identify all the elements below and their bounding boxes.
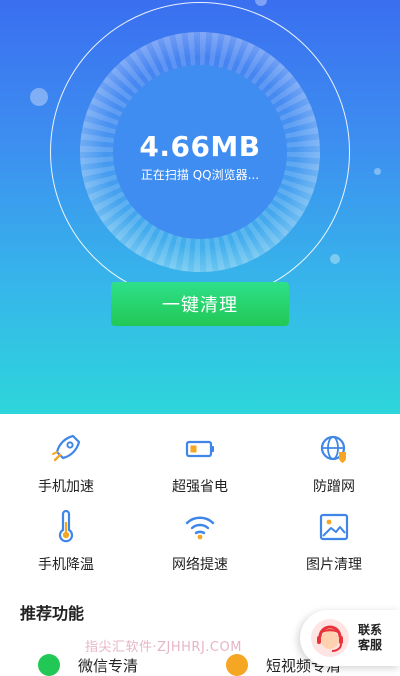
feature-label: 超强省电 xyxy=(172,479,228,495)
support-agent-icon xyxy=(310,618,350,658)
features-panel: 手机加速 超强省电 防蹭网 手机降温 网络提速 图片清理 推荐功能 指尖汇软件·… xyxy=(0,414,400,676)
image-icon xyxy=(317,510,351,544)
service-label-line1: 联系 xyxy=(358,623,383,637)
feature-power-saving[interactable]: 超强省电 xyxy=(140,432,260,496)
hero-section: 4.66MB 正在扫描 QQ浏览器... 一键清理 xyxy=(0,0,400,414)
decor-bubble xyxy=(330,254,340,264)
one-click-clean-button[interactable]: 一键清理 xyxy=(111,282,289,326)
feature-phone-boost[interactable]: 手机加速 xyxy=(6,432,126,496)
service-label-line2: 客服 xyxy=(358,638,383,652)
wifi-icon xyxy=(183,510,217,544)
decor-bubble xyxy=(30,88,48,106)
feature-phone-cooling[interactable]: 手机降温 xyxy=(6,509,126,574)
globe-shield-icon xyxy=(317,432,351,466)
battery-icon xyxy=(183,432,217,466)
recommend-item-label: 微信专清 xyxy=(78,656,139,675)
feature-label: 防蹭网 xyxy=(313,479,355,495)
feature-label: 手机降温 xyxy=(38,557,94,573)
rocket-icon xyxy=(49,432,83,466)
feature-photo-cleanup[interactable]: 图片清理 xyxy=(274,510,394,574)
decor-bubble xyxy=(255,0,267,6)
wechat-icon xyxy=(38,654,60,676)
recommend-item-wechat[interactable]: 微信专清 xyxy=(38,654,138,676)
scan-status: 正在扫描 QQ浏览器... xyxy=(140,168,260,182)
feature-label: 网络提速 xyxy=(172,557,228,573)
video-icon xyxy=(226,654,248,676)
feature-label: 图片清理 xyxy=(306,557,362,573)
feature-label: 手机加速 xyxy=(38,479,94,495)
feature-network-boost[interactable]: 网络提速 xyxy=(140,510,260,574)
thermometer-icon xyxy=(49,509,83,544)
customer-service-button[interactable]: 联系 客服 xyxy=(300,610,400,666)
feature-anti-wifi-theft[interactable]: 防蹭网 xyxy=(274,432,394,496)
recommend-title: 推荐功能 xyxy=(20,604,85,623)
junk-size: 4.66MB xyxy=(139,130,261,163)
watermark-text: 指尖汇软件·ZJHHRJ.COM xyxy=(85,640,242,655)
service-label: 联系 客服 xyxy=(358,623,390,653)
